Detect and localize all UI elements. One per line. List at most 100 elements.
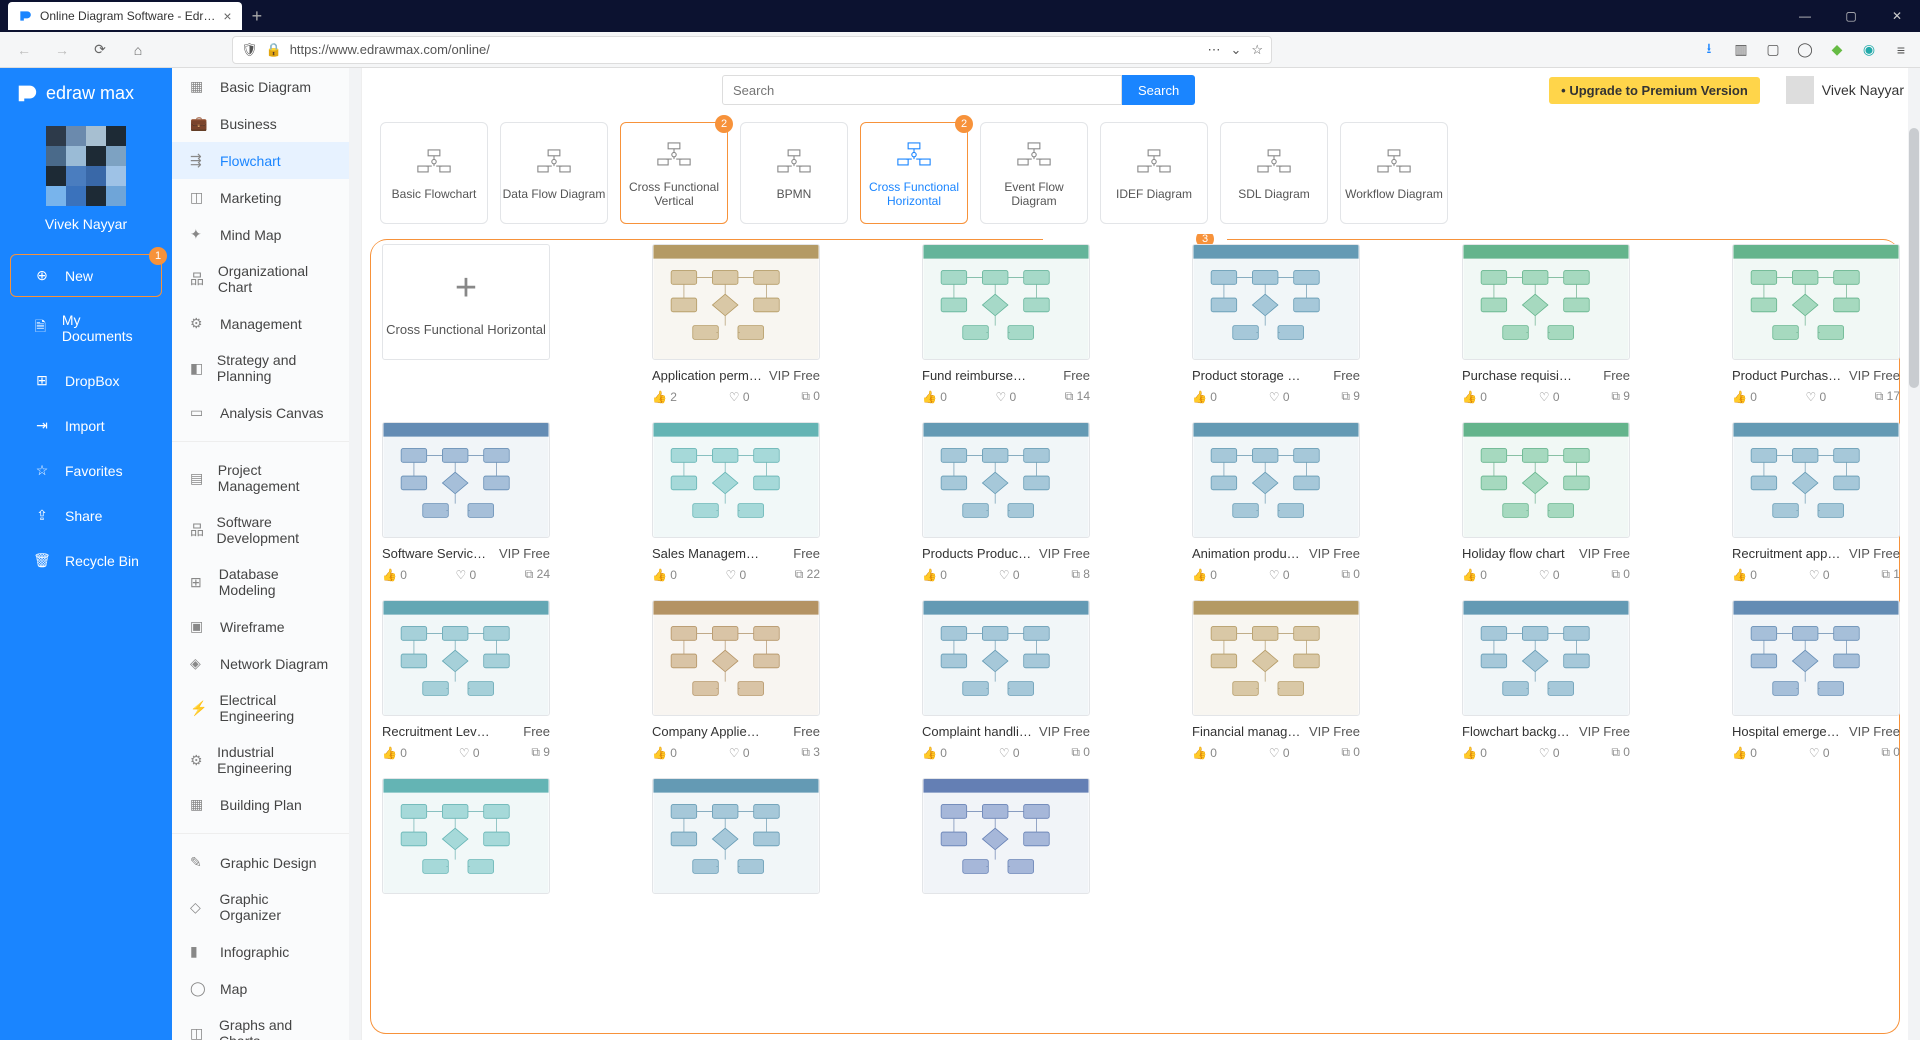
template-card[interactable]: Recruitment Level Cr…Free 👍 0 ♡ 0 ⧉ 9	[382, 600, 550, 760]
template-card[interactable]: Product Purchasi…VIP Free 👍 0 ♡ 0 ⧉ 17	[1732, 244, 1900, 404]
close-tab-icon[interactable]: ×	[223, 8, 231, 24]
category-management[interactable]: ⚙Management	[172, 305, 349, 342]
category-graphic-organizer[interactable]: ◇Graphic Organizer	[172, 881, 349, 933]
type-event-flow-diagram[interactable]: Event Flow Diagram	[980, 122, 1088, 224]
category-analysis-canvas[interactable]: ▭Analysis Canvas	[172, 394, 349, 431]
hearts[interactable]: ♡ 0	[999, 745, 1020, 760]
type-cross-functional-horizontal[interactable]: Cross Functional Horizontal2	[860, 122, 968, 224]
hearts[interactable]: ♡ 0	[725, 567, 746, 582]
nav-back[interactable]: ←	[10, 36, 38, 64]
hearts[interactable]: ♡ 0	[1805, 389, 1826, 404]
nav-forward[interactable]: →	[48, 36, 76, 64]
bookmark-icon[interactable]: ☆	[1251, 42, 1263, 58]
scrollbar-track[interactable]	[349, 68, 361, 1040]
copies[interactable]: ⧉ 0	[1611, 567, 1630, 582]
category-organizational-chart[interactable]: 品Organizational Chart	[172, 253, 349, 305]
sidebar-item-my-documents[interactable]: 🗎My Documents	[10, 299, 162, 357]
likes[interactable]: 👍 0	[382, 567, 407, 582]
category-project-management[interactable]: ▤Project Management	[172, 452, 349, 504]
copies[interactable]: ⧉ 0	[1341, 745, 1360, 760]
category-electrical-engineering[interactable]: ⚡Electrical Engineering	[172, 682, 349, 734]
copies[interactable]: ⧉ 0	[1341, 567, 1360, 582]
hearts[interactable]: ♡ 0	[1269, 567, 1290, 582]
hearts[interactable]: ♡ 0	[455, 567, 476, 582]
hearts[interactable]: ♡ 0	[1269, 389, 1290, 404]
template-thumb[interactable]	[1192, 422, 1360, 538]
new-tab-button[interactable]: +	[252, 6, 263, 27]
category-building-plan[interactable]: ▦Building Plan	[172, 786, 349, 823]
hearts[interactable]: ♡ 0	[1539, 745, 1560, 760]
copies[interactable]: ⧉ 22	[795, 567, 820, 582]
main-scrollbar-thumb[interactable]	[1909, 128, 1919, 388]
more-icon[interactable]: ⋯	[1207, 42, 1220, 58]
search-button[interactable]: Search	[1122, 75, 1195, 105]
window-minimize[interactable]: —	[1782, 0, 1828, 32]
category-network-diagram[interactable]: ◈Network Diagram	[172, 645, 349, 682]
likes[interactable]: 👍 0	[1732, 567, 1757, 582]
copies[interactable]: ⧉ 0	[1071, 745, 1090, 760]
category-graphs-and-charts[interactable]: ◫Graphs and Charts	[172, 1007, 349, 1040]
template-thumb[interactable]	[1462, 244, 1630, 360]
template-thumb[interactable]	[922, 778, 1090, 894]
download-icon[interactable]: ⭳	[1700, 41, 1718, 59]
template-card[interactable]: Recruitment appli…VIP Free 👍 0 ♡ 0 ⧉ 1	[1732, 422, 1900, 582]
copies[interactable]: ⧉ 0	[1611, 745, 1630, 760]
copies[interactable]: ⧉ 9	[531, 745, 550, 760]
template-card[interactable]: Flowchart backgr…VIP Free 👍 0 ♡ 0 ⧉ 0	[1462, 600, 1630, 760]
new-template-card[interactable]: +Cross Functional Horizontal	[382, 244, 550, 360]
category-flowchart[interactable]: ⇶Flowchart	[172, 142, 349, 179]
likes[interactable]: 👍 0	[1192, 745, 1217, 760]
type-basic-flowchart[interactable]: Basic Flowchart	[380, 122, 488, 224]
template-card[interactable]: Hospital emergen…VIP Free 👍 0 ♡ 0 ⧉ 0	[1732, 600, 1900, 760]
library-icon[interactable]: ▥	[1732, 41, 1750, 59]
window-maximize[interactable]: ▢	[1828, 0, 1874, 32]
template-thumb[interactable]	[1732, 244, 1900, 360]
hearts[interactable]: ♡ 0	[1539, 567, 1560, 582]
template-card[interactable]: Products Producti…VIP Free 👍 0 ♡ 0 ⧉ 8	[922, 422, 1090, 582]
template-card[interactable]: Sales Management C…Free 👍 0 ♡ 0 ⧉ 22	[652, 422, 820, 582]
template-thumb[interactable]	[1732, 600, 1900, 716]
category-infographic[interactable]: ▮Infographic	[172, 933, 349, 970]
template-card[interactable]: Product storage flow …Free 👍 0 ♡ 0 ⧉ 9	[1192, 244, 1360, 404]
copies[interactable]: ⧉ 8	[1071, 567, 1090, 582]
reader-icon[interactable]: ⌄	[1230, 42, 1241, 58]
template-thumb[interactable]	[382, 422, 550, 538]
nav-reload[interactable]: ⟳	[86, 36, 114, 64]
template-card[interactable]: Application permi…VIP Free 👍 2 ♡ 0 ⧉ 0	[652, 244, 820, 404]
sidebar-item-dropbox[interactable]: ⊞DropBox	[10, 359, 162, 402]
brand-logo[interactable]: edraw max	[0, 68, 172, 118]
type-workflow-diagram[interactable]: Workflow Diagram	[1340, 122, 1448, 224]
type-cross-functional-vertical[interactable]: Cross Functional Vertical2	[620, 122, 728, 224]
category-wireframe[interactable]: ▣Wireframe	[172, 608, 349, 645]
category-software-development[interactable]: 品Software Development	[172, 504, 349, 556]
category-database-modeling[interactable]: ⊞Database Modeling	[172, 556, 349, 608]
hearts[interactable]: ♡ 0	[459, 745, 480, 760]
window-close[interactable]: ✕	[1874, 0, 1920, 32]
template-thumb[interactable]	[1462, 600, 1630, 716]
template-thumb[interactable]	[382, 778, 550, 894]
template-thumb[interactable]	[1732, 422, 1900, 538]
likes[interactable]: 👍 0	[922, 745, 947, 760]
menu-icon[interactable]: ≡	[1892, 41, 1910, 59]
upgrade-banner[interactable]: • Upgrade to Premium Version	[1549, 77, 1760, 104]
template-thumb[interactable]	[1192, 244, 1360, 360]
sidebar-item-share[interactable]: ⇪Share	[10, 494, 162, 537]
template-card[interactable]: Company Applies To …Free 👍 0 ♡ 0 ⧉ 3	[652, 600, 820, 760]
template-card[interactable]: Financial manage…VIP Free 👍 0 ♡ 0 ⧉ 0	[1192, 600, 1360, 760]
browser-tab[interactable]: Online Diagram Software - Edr… ×	[8, 2, 242, 30]
type-bpmn[interactable]: BPMN	[740, 122, 848, 224]
likes[interactable]: 👍 0	[1732, 745, 1757, 760]
copies[interactable]: ⧉ 9	[1611, 389, 1630, 404]
sidebar-item-favorites[interactable]: ☆Favorites	[10, 449, 162, 492]
type-sdl-diagram[interactable]: SDL Diagram	[1220, 122, 1328, 224]
likes[interactable]: 👍 0	[1462, 745, 1487, 760]
template-card[interactable]: Holiday flow chartVIP Free 👍 0 ♡ 0 ⧉ 0	[1462, 422, 1630, 582]
category-business[interactable]: 💼Business	[172, 105, 349, 142]
sidebar-item-new[interactable]: ⊕New1	[10, 254, 162, 297]
hearts[interactable]: ♡ 0	[729, 745, 750, 760]
type-data-flow-diagram[interactable]: Data Flow Diagram	[500, 122, 608, 224]
nav-home[interactable]: ⌂	[124, 36, 152, 64]
search-input[interactable]	[722, 75, 1122, 105]
copies[interactable]: ⧉ 3	[801, 745, 820, 760]
hearts[interactable]: ♡ 0	[995, 389, 1016, 404]
